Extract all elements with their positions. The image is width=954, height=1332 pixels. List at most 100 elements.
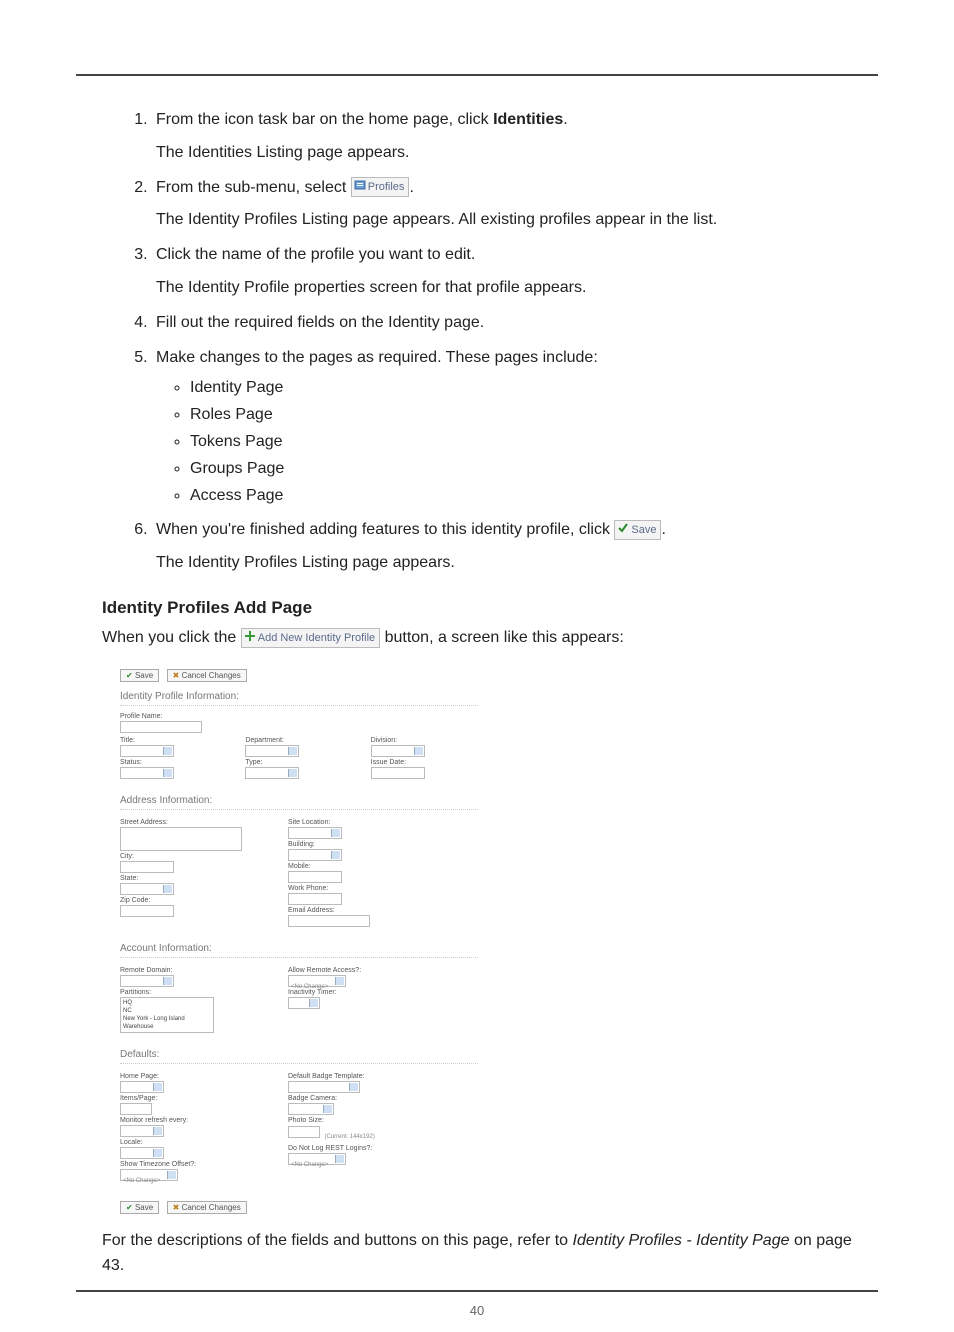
select-default-badge (288, 1081, 360, 1093)
add-new-identity-profile-button: Add New Identity Profile (241, 628, 380, 648)
bullet-tokens: Tokens Page (190, 430, 852, 455)
step-1-result: The Identities Listing page appears. (156, 141, 852, 166)
label-show-tz: Show Timezone Offset?: (120, 1161, 270, 1168)
select-type (245, 767, 299, 779)
textarea-street (120, 827, 242, 851)
save-button-inline: Save (614, 520, 661, 540)
section-profile-info: Identity Profile Information: (120, 691, 478, 702)
check-icon (617, 522, 629, 538)
outro-reference: Identity Profiles - Identity Page (573, 1232, 790, 1249)
step-5: Make changes to the pages as required. T… (152, 346, 852, 509)
label-email: Email Address: (288, 907, 478, 914)
step-6-result: The Identity Profiles Listing page appea… (156, 551, 852, 576)
select-remote-domain (120, 975, 174, 987)
label-building: Building: (288, 841, 478, 848)
label-title: Title: (120, 737, 227, 744)
panel-address: Street Address: City: State: Zip Code: S… (120, 809, 478, 935)
label-zip: Zip Code: (120, 897, 270, 904)
label-street: Street Address: (120, 819, 270, 826)
select-show-tz: <No Change> (120, 1169, 178, 1181)
select-do-not-log: <No Change> (288, 1153, 346, 1165)
label-items-page: Items/Page: (120, 1095, 270, 1102)
toolbar-save-label-bottom: Save (135, 1203, 153, 1212)
step-6-text-b: . (661, 521, 665, 538)
input-issue-date (371, 767, 425, 779)
step-1: From the icon task bar on the home page,… (152, 108, 852, 166)
toolbar-cancel-button: ✖ Cancel Changes (167, 669, 247, 682)
input-profile-name (120, 721, 202, 733)
intro-text-b: button, a screen like this appears: (385, 629, 624, 646)
cancel-icon: ✖ (173, 671, 180, 680)
step-5-text: Make changes to the pages as required. T… (156, 349, 598, 366)
select-building (288, 849, 342, 861)
label-site-location: Site Location: (288, 819, 478, 826)
label-monitor-refresh: Monitor refresh every: (120, 1117, 270, 1124)
input-items-page (120, 1103, 152, 1115)
label-allow-remote: Allow Remote Access?: (288, 967, 478, 974)
bullet-groups: Groups Page (190, 457, 852, 482)
listbox-partitions: HQ NC New York - Long Island Warehouse (120, 997, 214, 1033)
step-4-text: Fill out the required fields on the Iden… (156, 314, 484, 331)
label-default-badge: Default Badge Template: (288, 1073, 478, 1080)
input-photo-size (288, 1126, 320, 1138)
input-zip (120, 905, 174, 917)
section-defaults: Defaults: (120, 1049, 478, 1060)
label-badge-camera: Badge Camera: (288, 1095, 478, 1102)
label-mobile: Mobile: (288, 863, 478, 870)
select-state (120, 883, 174, 895)
select-locale (120, 1147, 164, 1159)
label-profile-name: Profile Name: (120, 713, 478, 720)
label-issue-date: Issue Date: (371, 759, 478, 766)
step-2-result: The Identity Profiles Listing page appea… (156, 208, 852, 233)
label-state: State: (120, 875, 270, 882)
step-1-text-a: From the icon task bar on the home page,… (156, 111, 493, 128)
select-title (120, 745, 174, 757)
step-6: When you're finished adding features to … (152, 518, 852, 576)
step-4: Fill out the required fields on the Iden… (152, 311, 852, 336)
panel-account: Remote Domain: Partitions: HQ NC New Yor… (120, 957, 478, 1041)
toolbar-save-button: ✔ Save (120, 669, 159, 682)
section-account: Account Information: (120, 943, 478, 954)
bullet-identity: Identity Page (190, 376, 852, 401)
profiles-menu-button: Profiles (351, 177, 410, 197)
toolbar-cancel-label: Cancel Changes (182, 671, 241, 680)
do-not-log-value: <No Change> (291, 1162, 328, 1168)
select-division (371, 745, 425, 757)
select-department (245, 745, 299, 757)
outro-paragraph: For the descriptions of the fields and b… (102, 1229, 852, 1279)
partition-option-hq: HQ (123, 999, 211, 1007)
form-toolbar-bottom: ✔ Save ✖ Cancel Changes (120, 1197, 478, 1215)
select-inactivity-timer (288, 997, 320, 1009)
profiles-icon (354, 179, 366, 195)
select-home-page (120, 1081, 164, 1093)
label-department: Department: (245, 737, 352, 744)
page-number: 40 (76, 1303, 878, 1318)
label-type: Type: (245, 759, 352, 766)
select-allow-remote: <No Change> (288, 975, 346, 987)
section-heading: Identity Profiles Add Page (102, 598, 852, 618)
step-3-text: Click the name of the profile you want t… (156, 246, 475, 263)
step-2: From the sub-menu, select Profiles . The… (152, 176, 852, 234)
bullet-roles: Roles Page (190, 403, 852, 428)
step-3-result: The Identity Profile properties screen f… (156, 276, 852, 301)
toolbar-save-button-bottom: ✔ Save (120, 1201, 159, 1214)
label-division: Division: (371, 737, 478, 744)
form-screenshot: ✔ Save ✖ Cancel Changes Identity Profile… (120, 665, 478, 1215)
input-email (288, 915, 370, 927)
section-address: Address Information: (120, 795, 478, 806)
save-button-label: Save (631, 524, 656, 536)
step-2-text-a: From the sub-menu, select (156, 179, 351, 196)
step-2-text-b: . (409, 179, 413, 196)
bullet-access: Access Page (190, 484, 852, 509)
form-toolbar-top: ✔ Save ✖ Cancel Changes (120, 665, 478, 683)
add-icon (244, 630, 256, 646)
select-monitor-refresh (120, 1125, 164, 1137)
partition-option-nc: NC (123, 1007, 211, 1015)
label-home-page: Home Page: (120, 1073, 270, 1080)
panel-defaults: Home Page: Items/Page: Monitor refresh e… (120, 1063, 478, 1189)
check-icon: ✔ (126, 1203, 133, 1212)
panel-profile-info: Profile Name: Title: Status: Department:… (120, 705, 478, 787)
partition-option-ny: New York - Long Island Warehouse (123, 1015, 211, 1031)
instruction-list: From the icon task bar on the home page,… (132, 108, 852, 576)
toolbar-save-label: Save (135, 671, 153, 680)
